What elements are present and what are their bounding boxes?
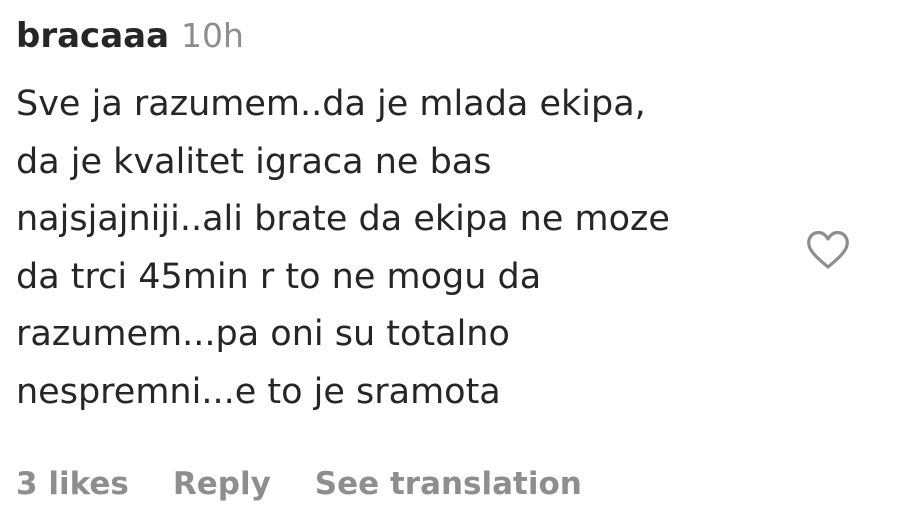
see-translation-button[interactable]: See translation bbox=[315, 466, 582, 502]
comment-text-line: razumem...pa oni su totalno bbox=[16, 314, 510, 354]
heart-outline-icon bbox=[807, 230, 849, 269]
comment-text-line: Sve ja razumem..da je mlada ekipa, bbox=[16, 84, 646, 124]
comment-text: Sve ja razumem..da je mlada ekipa, da je… bbox=[16, 76, 796, 421]
comment-header: bracaaa 10h bbox=[16, 16, 244, 60]
comment-text-line: najsjajniji..ali brate da ekipa ne moze bbox=[16, 199, 670, 239]
comment: bracaaa 10h Sve ja razumem..da je mlada … bbox=[0, 0, 900, 531]
comment-timestamp[interactable]: 10h bbox=[181, 16, 244, 55]
likes-count-button[interactable]: 3 likes bbox=[16, 466, 129, 502]
comment-actions: 3 likes Reply See translation bbox=[16, 466, 626, 502]
reply-button[interactable]: Reply bbox=[173, 466, 271, 502]
username-link[interactable]: bracaaa bbox=[16, 16, 169, 56]
comment-text-line: da je kvalitet igraca ne bas bbox=[16, 141, 492, 182]
like-button[interactable] bbox=[804, 227, 852, 271]
comment-text-line: da trci 45min r to ne mogu da bbox=[16, 256, 542, 297]
comment-text-line: nespremni...e to je sramota bbox=[16, 371, 501, 412]
